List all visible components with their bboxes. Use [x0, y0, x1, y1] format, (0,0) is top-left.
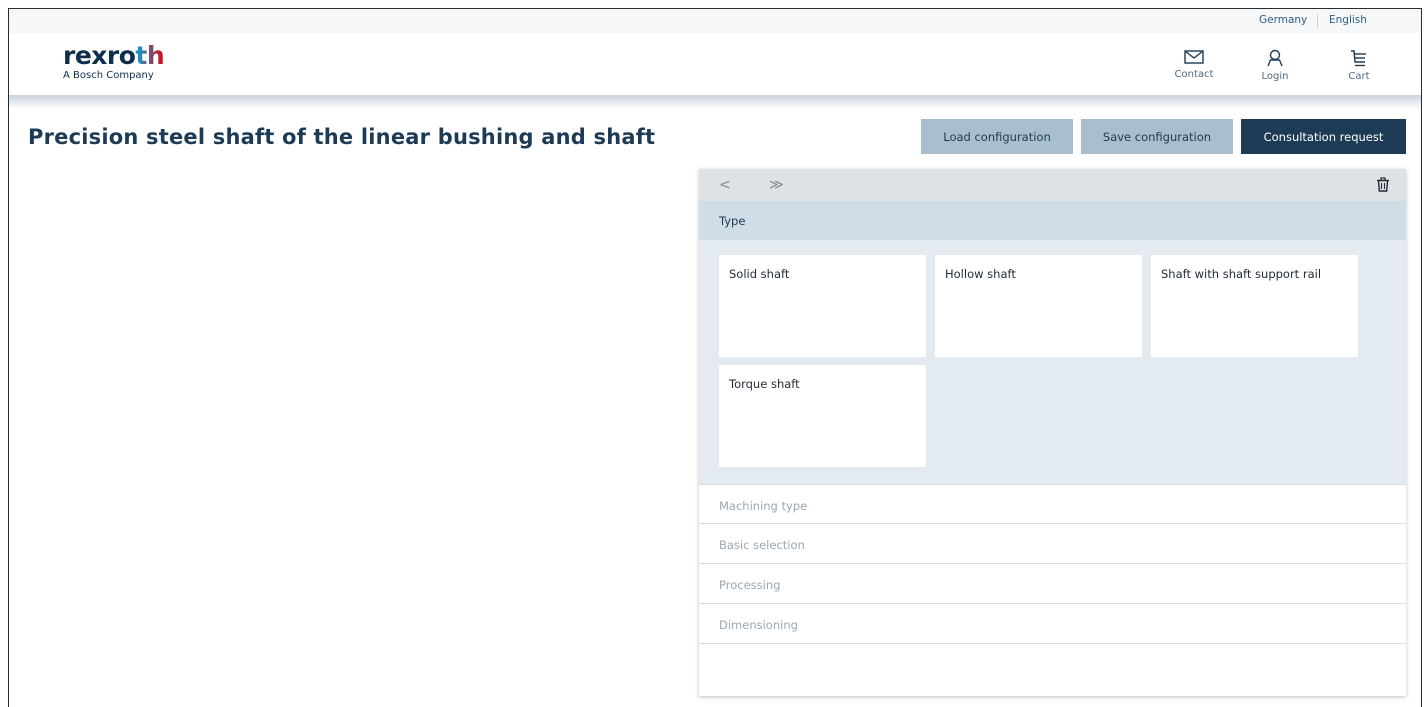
contact-button[interactable]: Contact [1164, 49, 1224, 80]
section-type-label: Type [719, 214, 746, 228]
configurator-toolbar: < ≫ [699, 169, 1406, 201]
trash-icon [1377, 177, 1389, 192]
top-bar: Germany English [9, 9, 1421, 33]
delete-configuration-button[interactable] [1376, 177, 1390, 196]
load-configuration-button[interactable]: Load configuration [921, 119, 1073, 154]
cart-button[interactable]: Cart [1329, 49, 1389, 82]
page-title: Precision steel shaft of the linear bush… [28, 125, 656, 149]
language-selector[interactable]: English [1329, 14, 1367, 26]
option-label: Solid shaft [729, 267, 790, 281]
section-label: Basic selection [719, 538, 805, 552]
contact-label: Contact [1174, 69, 1214, 80]
user-icon [1267, 49, 1283, 67]
section-machining-type[interactable]: Machining type [699, 484, 1406, 524]
back-button[interactable]: < [719, 177, 731, 193]
logo-text: rexroth [63, 41, 165, 70]
section-label: Processing [719, 578, 781, 592]
login-label: Login [1261, 71, 1289, 82]
page-frame: Germany English rexroth A Bosch Company … [8, 8, 1422, 707]
section-basic-selection[interactable]: Basic selection [699, 524, 1406, 564]
option-shaft-with-support-rail[interactable]: Shaft with shaft support rail [1151, 255, 1358, 357]
option-torque-shaft[interactable]: Torque shaft [719, 365, 926, 467]
divider [1317, 14, 1318, 28]
cart-icon [1351, 50, 1366, 67]
login-button[interactable]: Login [1245, 49, 1305, 82]
option-hollow-shaft[interactable]: Hollow shaft [935, 255, 1142, 357]
option-label: Hollow shaft [945, 267, 1016, 281]
option-solid-shaft[interactable]: Solid shaft [719, 255, 926, 357]
type-options: Solid shaft Hollow shaft Shaft with shaf… [699, 240, 1406, 484]
cart-label: Cart [1348, 71, 1370, 82]
fast-forward-button[interactable]: ≫ [769, 177, 784, 193]
option-label: Torque shaft [729, 377, 800, 391]
section-type-header[interactable]: Type [699, 201, 1406, 240]
header: rexroth A Bosch Company Contact Login Ca… [9, 33, 1421, 95]
configurator-panel: < ≫ Type Solid shaft Hollow shaft Shaft … [699, 169, 1406, 696]
section-dimensioning[interactable]: Dimensioning [699, 604, 1406, 644]
country-selector[interactable]: Germany [1259, 14, 1307, 26]
logo[interactable]: rexroth [63, 41, 165, 70]
logo-accent: th [135, 41, 165, 70]
consultation-request-button[interactable]: Consultation request [1241, 119, 1406, 154]
save-configuration-button[interactable]: Save configuration [1081, 119, 1233, 154]
header-shadow [9, 95, 1421, 109]
envelope-icon [1184, 50, 1204, 64]
option-label: Shaft with shaft support rail [1161, 267, 1322, 281]
logo-subtitle: A Bosch Company [63, 70, 154, 81]
section-label: Dimensioning [719, 618, 798, 632]
section-processing[interactable]: Processing [699, 564, 1406, 604]
section-label: Machining type [719, 499, 808, 513]
